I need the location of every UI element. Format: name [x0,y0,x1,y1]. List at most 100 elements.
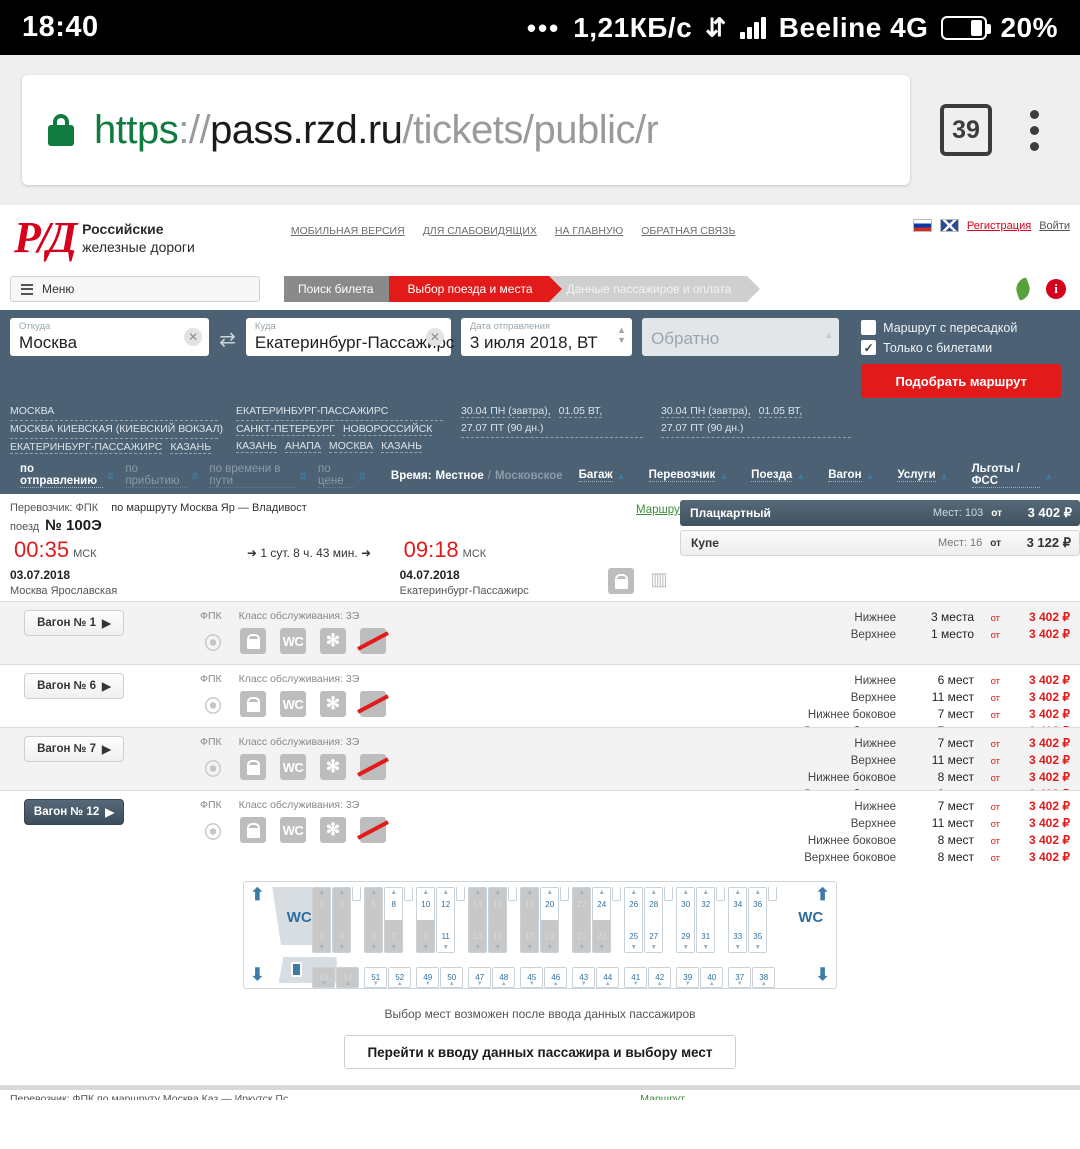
sort-by-price[interactable]: по цене [317,463,355,488]
side-seat[interactable]: 50 ▲ [440,967,464,988]
step-choose-train[interactable]: Выбор поезда и места [389,276,562,302]
seat-upper[interactable]: ▲ 30 [677,888,695,920]
menu-button[interactable]: Меню [10,276,260,302]
flag-ru-icon[interactable] [912,219,932,232]
link-home[interactable]: НА ГЛАВНУЮ [555,225,623,237]
filter-wagon[interactable]: Вагон [828,469,862,482]
to-suggestion-4[interactable]: АНАПА [284,440,321,453]
seat-upper[interactable]: ▲ 24 [593,888,611,920]
wagon-row-6[interactable]: Вагон № 6 ▶ ФПК Класс обслуживания: 3Э ⦿… [0,664,1080,738]
seat-upper[interactable]: ▲ 32 [697,888,715,920]
return-date-field[interactable]: Обратно ▲ [642,318,840,356]
wagon-button-7[interactable]: Вагон № 7 ▶ [24,736,124,762]
seat-pair[interactable]: ▲ 20 19 ▼ [540,887,560,953]
side-seat[interactable]: 45 ▼ [520,967,544,988]
info-icon[interactable]: i [1046,279,1066,299]
to-suggestion-1[interactable]: САНКТ-ПЕТЕРБУРГ [236,423,335,436]
seat-pair[interactable]: ▲ 22 21 ▼ [572,887,592,953]
seat-upper[interactable]: ▲ 34 [729,888,747,920]
side-seat[interactable]: 48 ▲ [492,967,516,988]
swap-directions-icon[interactable]: ⇄ [219,318,236,352]
time-mode-moscow[interactable]: Московское [495,470,563,482]
wagon-button-6[interactable]: Вагон № 6 ▶ [24,673,124,699]
return-suggestion-1[interactable]: 01.05 ВТ, [758,405,803,418]
wagon-seat-map[interactable]: ⬆ ⬇ WC ▲ 1 2 ▼ ▲ 3 4 ▼ ▲ 5 6 ▼ ▲ 8 7 ▼ ▲ 10 9 ▼ ▲ 12 11 ▼ ▲ 14 13 ▼… [243,881,837,989]
link-mobile-version[interactable]: МОБИЛЬНАЯ ВЕРСИЯ [291,225,405,237]
class-row-kupe[interactable]: Купе Мест: 16 от 3 122 ₽ [680,530,1080,556]
side-seat[interactable]: 46 ▲ [544,967,568,988]
seat-pair[interactable]: ▲ 32 31 ▼ [696,887,716,953]
side-seat[interactable]: 40 ▲ [700,967,724,988]
eco-leaf-icon[interactable] [1013,277,1033,301]
seat-pair[interactable]: ▲ 30 29 ▼ [676,887,696,953]
link-feedback[interactable]: ОБРАТНАЯ СВЯЗЬ [641,225,735,237]
rzd-logo[interactable]: Р/Д Российские железные дороги [0,216,195,260]
filter-baggage[interactable]: Багаж [578,469,613,482]
step-passenger-data[interactable]: Данные пассажиров и оплата [548,276,761,302]
option-transfer-route[interactable]: Маршрут с пересадкой [861,320,1070,335]
seat-upper[interactable]: ▲ 20 [541,888,559,920]
to-suggestion-5[interactable]: МОСКВА [328,440,374,453]
seat-pair[interactable]: ▲ 24 23 ▼ [592,887,612,953]
checkbox-tickets-only[interactable]: ✓ [861,340,877,355]
side-seat[interactable]: 47 ▼ [468,967,492,988]
seat-upper[interactable]: ▲ 12 [437,888,455,920]
clear-from-icon[interactable]: ✕ [184,328,203,346]
seat-pair[interactable]: ▲ 12 11 ▼ [436,887,456,953]
seat-lower[interactable]: 31 ▼ [697,920,715,952]
side-seat[interactable]: 52 ▲ [388,967,412,988]
return-date-stepper-icon[interactable]: ▲ [824,330,833,340]
side-seat[interactable]: 43 ▼ [572,967,596,988]
seat-lower[interactable]: 29 ▼ [677,920,695,952]
flag-en-icon[interactable] [939,219,959,232]
side-seat[interactable]: 41 ▼ [624,967,648,988]
seat-lower[interactable]: 33 ▼ [729,920,747,952]
seat-pair[interactable]: ▲ 28 27 ▼ [644,887,664,953]
seat-upper[interactable]: ▲ 8 [385,888,403,920]
route-link[interactable]: Маршрут [636,504,685,516]
sort-by-arrival[interactable]: по прибытию [125,463,187,488]
from-field[interactable]: Откуда Москва ✕ [10,318,210,356]
seat-pair[interactable]: ▲ 26 25 ▼ [624,887,644,953]
date-suggestion-0[interactable]: 30.04 ПН (завтра), [461,405,551,418]
login-link[interactable]: Войти [1039,220,1070,232]
seat-upper[interactable]: ▲ 36 [749,888,767,920]
seat-upper[interactable]: ▲ 10 [417,888,435,920]
seat-pair[interactable]: ▲ 34 33 ▼ [728,887,748,953]
seat-pair[interactable]: ▲ 10 9 ▼ [416,887,436,953]
wagon-row-1[interactable]: Вагон № 1 ▶ ФПК Класс обслуживания: 3Э ⦿… [0,601,1080,664]
seat-pair[interactable]: ▲ 5 6 ▼ [364,887,384,953]
seat-pair[interactable]: ▲ 8 7 ▼ [384,887,404,953]
date-suggestion-1[interactable]: 01.05 ВТ, [558,405,603,418]
time-mode-local[interactable]: Местное [436,470,484,482]
return-suggestion-0[interactable]: 30.04 ПН (завтра), [661,405,751,418]
to-field[interactable]: Куда Екатеринбург-Пассажирс ✕ [245,318,454,356]
address-bar[interactable]: https://pass.rzd.ru/tickets/public/r [22,75,910,185]
to-suggestion-0[interactable]: ЕКАТЕРИНБУРГ-ПАССАЖИРС [236,403,443,421]
seat-lower[interactable]: 27 ▼ [645,920,663,952]
to-suggestion-6[interactable]: КАЗАНЬ [381,440,422,453]
sort-by-departure[interactable]: по отправлению [20,463,103,488]
side-seat[interactable]: 38 ▲ [752,967,776,988]
checkbox-transfer[interactable] [861,320,877,335]
to-suggestion-3[interactable]: КАЗАНЬ [236,440,277,453]
date-stepper-icon[interactable]: ▲ ▼ [617,325,626,345]
filter-trains[interactable]: Поезда [751,469,793,482]
wagon-button-1[interactable]: Вагон № 1 ▶ [24,610,124,636]
departure-date-field[interactable]: Дата отправления 3 июля 2018, ВТ ▲ ▼ [460,318,633,356]
seat-pair[interactable]: ▲ 14 13 ▼ [468,887,488,953]
side-seat[interactable]: 44 ▲ [596,967,620,988]
seat-pair[interactable]: ▲ 36 35 ▼ [748,887,768,953]
register-link[interactable]: Регистрация [967,220,1031,232]
from-suggestion-3[interactable]: КАЗАНЬ [170,441,212,454]
seat-pair[interactable]: ▲ 18 17 ▼ [520,887,540,953]
kebab-menu-icon[interactable] [1010,109,1058,151]
wagon-button-12[interactable]: Вагон № 12 ▶ [24,799,124,825]
wagon-row-7[interactable]: Вагон № 7 ▶ ФПК Класс обслуживания: 3Э ⦿… [0,727,1080,801]
class-row-platskart[interactable]: Плацкартный Мест: 103 от 3 402 ₽ [680,500,1080,526]
seat-pair[interactable]: ▲ 1 2 ▼ [312,887,332,953]
next-train-row[interactable]: Перевозчик: ФПК по маршруту Москва Каз —… [0,1086,1080,1100]
seat-upper[interactable]: ▲ 28 [645,888,663,920]
next-train-route-link[interactable]: Маршрут [640,1093,685,1100]
filter-services[interactable]: Услуги [897,469,936,482]
